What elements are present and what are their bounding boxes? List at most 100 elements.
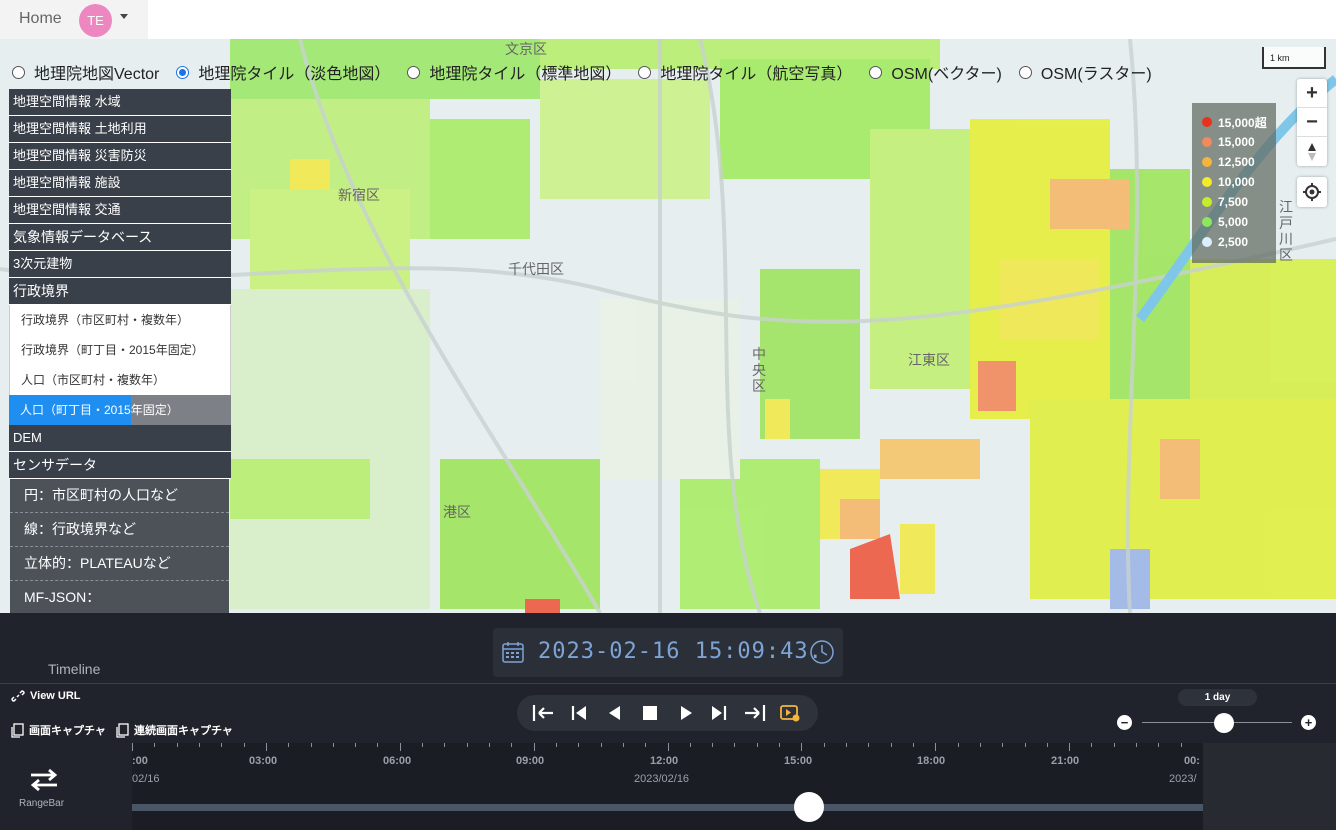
radio-icon[interactable] [12, 65, 25, 79]
timeline-handle[interactable] [794, 792, 824, 822]
menu-item-water[interactable]: 地理空間情報 水域 [9, 89, 231, 116]
timeline-tick [1025, 743, 1026, 747]
map-label-chiyoda: 千代田区 [508, 261, 564, 277]
menu-item-3d-buildings[interactable]: 3次元建物 [9, 251, 231, 278]
zoom-in-button[interactable]: + [1297, 79, 1327, 108]
play-icon[interactable] [676, 703, 700, 723]
menu-item-admin-boundary[interactable]: 行政境界 [9, 278, 231, 305]
menu-item-sensor-data[interactable]: センサデータ [9, 452, 231, 479]
compass-button[interactable] [1297, 137, 1327, 166]
skip-back-icon[interactable] [569, 703, 593, 723]
zoom-level-label: 1 day [1178, 689, 1257, 706]
timeline-tick [958, 743, 959, 747]
radio-icon[interactable] [1018, 65, 1032, 79]
timeline-track[interactable] [132, 804, 1203, 811]
menu-item-dem[interactable]: DEM [9, 425, 231, 452]
mode-item-3d[interactable]: 立体的：PLATEAUなど [10, 547, 229, 581]
menu-item-disaster[interactable]: 地理空間情報 災害防災 [9, 143, 231, 170]
timeline-zoom-in-button[interactable]: + [1301, 715, 1316, 730]
time-tick-label: 03:00 [249, 755, 278, 767]
step-back-icon[interactable] [604, 703, 628, 723]
continuous-capture-button[interactable]: 連続画面キャプチャ [116, 722, 233, 738]
submenu-item-population-municipal[interactable]: 人口（市区町村・複数年） [9, 365, 231, 395]
calendar-icon[interactable] [502, 641, 524, 663]
legend-label: 5,000 [1218, 215, 1249, 229]
clock-display: 2023-02-16 15:09:43. [493, 628, 843, 677]
base-layer-option[interactable]: OSM(ベクター) [869, 60, 1002, 84]
zoom-out-button[interactable]: − [1297, 108, 1327, 137]
home-link[interactable]: Home [19, 10, 62, 28]
timeline-tick [645, 743, 646, 747]
timeline-tick [734, 743, 735, 747]
timeline-tick [199, 743, 200, 747]
base-layer-label: 地理院タイル（標準地図） [429, 66, 622, 83]
mode-item-line[interactable]: 線：行政境界など [10, 513, 229, 547]
timeline-tick [1181, 743, 1182, 747]
submenu-item-boundary-town[interactable]: 行政境界（町丁目・2015年固定） [9, 335, 231, 365]
timeline-tick [1158, 743, 1159, 747]
mode-item-circle[interactable]: 円：市区町村の人口など [10, 479, 229, 513]
radio-icon[interactable] [869, 65, 883, 79]
radio-icon[interactable] [638, 65, 652, 79]
timeline-tick [757, 743, 758, 747]
menu-item-weather[interactable]: 気象情報データベース [9, 224, 231, 251]
legend-swatch [1202, 197, 1212, 207]
timeline-label: Timeline [48, 661, 101, 677]
timeline-zoom-out-button[interactable]: − [1117, 715, 1132, 730]
base-layer-option[interactable]: 地理院タイル（標準地図） [407, 60, 621, 84]
chevron-down-icon[interactable] [120, 14, 128, 19]
date-tick-label: 2023/ [1169, 773, 1197, 785]
legend-label: 15,000超 [1218, 115, 1267, 130]
timeline-tick [333, 743, 334, 747]
screen-capture-button[interactable]: 画面キャプチャ [11, 722, 106, 738]
zoom-slider-handle[interactable] [1214, 713, 1234, 733]
legend-label: 2,500 [1218, 235, 1249, 249]
view-url-link[interactable]: View URL [11, 689, 81, 703]
timeline-tick [1047, 743, 1048, 747]
timeline-tick [668, 743, 669, 751]
submenu-item-boundary-municipal[interactable]: 行政境界（市区町村・複数年） [9, 305, 231, 335]
timeline-tick [801, 743, 802, 751]
timeline-tick [311, 743, 312, 747]
map-label-minato: 港区 [443, 504, 471, 520]
submenu-item-population-town[interactable]: 人口（町丁目・2015年固定） [9, 395, 231, 425]
menu-item-transport[interactable]: 地理空間情報 交通 [9, 197, 231, 224]
base-layer-option[interactable]: OSM(ラスター) [1018, 60, 1152, 84]
playback-settings-icon[interactable] [779, 703, 803, 723]
menu-item-land-use[interactable]: 地理空間情報 土地利用 [9, 116, 231, 143]
base-layer-option[interactable]: 地理院地図Vector [12, 60, 159, 84]
rangebar-toggle[interactable]: RangeBar [0, 743, 132, 830]
timeline-tick [444, 743, 445, 747]
timeline-scrubber[interactable]: :00 03:00 06:00 09:00 12:00 15:00 18:00 … [132, 743, 1203, 830]
timeline-tick [377, 743, 378, 747]
timeline-tick [355, 743, 356, 747]
base-layer-option[interactable]: 地理院タイル（航空写真） [638, 60, 852, 84]
radio-icon[interactable] [407, 65, 421, 79]
jump-to-start-icon[interactable] [531, 703, 555, 723]
timeline-tick [556, 743, 557, 747]
swap-arrows-icon [30, 768, 58, 792]
nav-left: Home TE [0, 0, 148, 39]
legend-swatch [1202, 177, 1212, 187]
jump-to-end-icon[interactable] [743, 703, 767, 723]
date-tick-label: 02/16 [132, 773, 160, 785]
base-layer-option[interactable]: 地理院タイル（淡色地図） [176, 60, 390, 84]
map-label-chuo: 中央区 [752, 346, 766, 394]
skip-forward-icon[interactable] [709, 703, 733, 723]
timeline-tick [935, 743, 936, 751]
map-label-edogawa: 江戸川区 [1279, 199, 1293, 263]
avatar[interactable]: TE [79, 4, 112, 37]
date-tick-label: 2023/02/16 [634, 773, 690, 785]
menu-item-facilities[interactable]: 地理空間情報 施設 [9, 170, 231, 197]
rangebar-label: RangeBar [19, 798, 65, 809]
locate-button[interactable] [1297, 177, 1327, 207]
legend-row: 10,000 [1202, 172, 1276, 192]
timeline-tick [779, 743, 780, 747]
locate-icon [1303, 183, 1321, 201]
timeline-tick [489, 743, 490, 747]
mode-item-mf-json[interactable]: MF-JSON： [10, 581, 229, 615]
radio-checked-icon[interactable] [176, 65, 190, 79]
stop-icon[interactable] [640, 703, 664, 723]
timeline-tick [534, 743, 535, 751]
clock-icon[interactable] [809, 639, 835, 665]
